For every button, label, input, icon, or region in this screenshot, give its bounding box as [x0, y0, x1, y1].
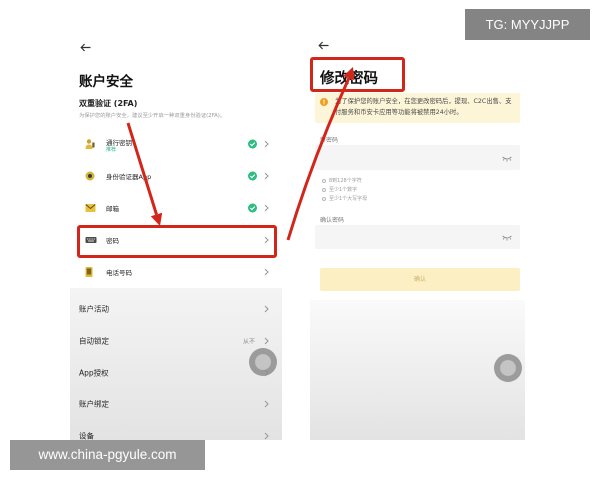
recommended-tag: 推荐 [106, 147, 117, 153]
menu-item-label: 账户活动 [79, 304, 109, 314]
rule-status-icon [322, 196, 326, 201]
highlight-box-title [310, 57, 405, 92]
password-rule-text: 至少1个大写字母 [329, 196, 368, 202]
watermark-telegram: TG: MYYJJPP [465, 9, 590, 40]
confirm-password-input[interactable] [321, 225, 496, 249]
security-item-phone[interactable]: 电话号码 [70, 256, 282, 288]
warning-notice-text: 为了保护您的账户安全，在您更改密码后，提现、C2C出售、支付服务和币安卡应用等功… [335, 98, 512, 116]
check-circle-icon [248, 139, 257, 149]
menu-item-label: App授权 [79, 368, 109, 378]
chevron-right-icon [264, 432, 269, 440]
highlight-box-password [77, 225, 277, 258]
menu-item-account-binding[interactable]: 账户绑定 [70, 388, 282, 420]
security-item-label: 身份验证器App [106, 173, 152, 181]
security-item-label: 电话号码 [106, 269, 132, 277]
screen-bottom-area [310, 300, 525, 440]
chevron-right-icon [264, 337, 269, 345]
assistive-touch-button[interactable] [249, 348, 277, 376]
security-item-passkey[interactable]: 通行密钥 推荐 [70, 128, 282, 160]
security-item-email[interactable]: 邮箱 [70, 192, 282, 224]
menu-item-label: 自动锁定 [79, 336, 109, 346]
password-rule-text: 至少1个数字 [329, 187, 358, 193]
chevron-right-icon [264, 400, 269, 408]
confirm-password-field[interactable] [315, 225, 520, 249]
security-item-authenticator[interactable]: 身份验证器App [70, 160, 282, 192]
assistive-touch-button[interactable] [494, 354, 522, 382]
menu-item-auto-lock[interactable]: 自动锁定 从不 [70, 325, 282, 357]
rule-status-icon [322, 187, 326, 192]
password-rule: 至少1个数字 [322, 186, 357, 193]
change-password-screen: 修改密码 为了保护您的账户安全，在您更改密码后，提现、C2C出售、支付服务和币安… [310, 35, 525, 440]
passkey-icon [85, 139, 95, 149]
security-item-label: 邮箱 [106, 205, 119, 213]
arrow-left-icon[interactable] [80, 43, 91, 52]
new-password-label: 新密码 [320, 137, 339, 144]
menu-item-devices[interactable]: 设备 [70, 420, 282, 440]
two-fa-description: 为保护您的账户安全，建议至少开启一种双重身份验证(2FA)。 [79, 113, 226, 119]
chevron-right-icon [264, 140, 269, 148]
check-circle-icon [248, 203, 257, 213]
chevron-right-icon [264, 305, 269, 313]
rule-status-icon [322, 178, 326, 183]
confirm-button[interactable]: 确认 [320, 268, 520, 291]
password-rule-text: 8到128个字符 [329, 178, 362, 184]
arrow-left-icon[interactable] [318, 41, 329, 50]
two-fa-heading: 双重验证 (2FA) [79, 99, 138, 108]
password-rule: 至少1个大写字母 [322, 195, 367, 202]
chevron-right-icon [264, 204, 269, 212]
check-circle-icon [248, 171, 257, 181]
confirm-password-label: 确认密码 [320, 217, 345, 224]
eye-off-icon[interactable] [502, 233, 512, 241]
watermark-website: www.china-pgyule.com [10, 440, 205, 470]
auto-lock-value: 从不 [242, 338, 255, 346]
new-password-input[interactable] [321, 145, 496, 170]
menu-item-label: 账户绑定 [79, 399, 109, 409]
new-password-field[interactable] [315, 145, 520, 170]
chevron-right-icon [264, 268, 269, 276]
password-rule: 8到128个字符 [322, 177, 362, 184]
authenticator-icon [85, 171, 95, 181]
menu-item-account-activity[interactable]: 账户活动 [70, 293, 282, 325]
phone-icon [85, 267, 93, 277]
warning-icon [320, 98, 328, 106]
chevron-right-icon [264, 172, 269, 180]
menu-item-label: 设备 [79, 431, 94, 441]
page-title: 账户安全 [79, 74, 133, 90]
eye-off-icon[interactable] [502, 154, 512, 162]
warning-notice: 为了保护您的账户安全，在您更改密码后，提现、C2C出售、支付服务和币安卡应用等功… [315, 93, 520, 123]
email-icon [85, 204, 96, 212]
